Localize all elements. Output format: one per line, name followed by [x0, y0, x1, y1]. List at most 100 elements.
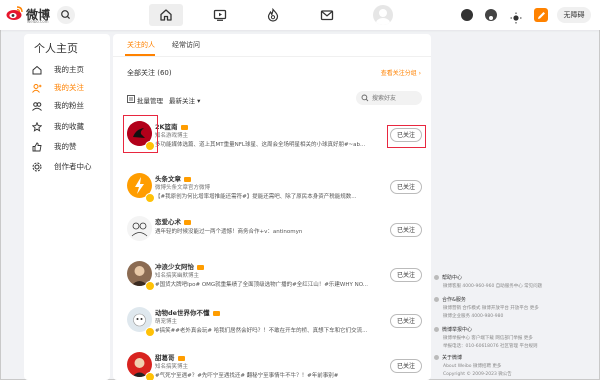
search-icon — [61, 10, 71, 20]
tab-following[interactable]: 关注的人 — [127, 40, 155, 50]
friend-search-input[interactable] — [372, 93, 418, 103]
theme-toggle-button[interactable] — [510, 9, 522, 24]
vip-crown-icon — [212, 310, 220, 316]
vip-crown-icon — [180, 124, 188, 130]
vip-crown-icon — [184, 219, 191, 225]
report-icon — [434, 327, 439, 332]
help-links[interactable]: 微博客服 4000-960-960 自助服务中心 常见问题 — [443, 283, 542, 289]
report-phone[interactable]: 举报电话：010-60618076 社区管理 平台规则 — [443, 343, 537, 349]
accessibility-button[interactable]: 无障碍 — [557, 7, 591, 23]
sidebar-item-my-home[interactable]: 我的主页 — [28, 61, 108, 79]
game-icon[interactable] — [461, 9, 473, 21]
user-name[interactable]: 头条文章 — [155, 173, 191, 183]
about-links[interactable]: About Weibo 微博招聘 更多 — [443, 363, 501, 369]
verified-badge — [145, 193, 155, 203]
sun-icon — [510, 12, 522, 24]
enterprise-service[interactable]: 微博企业服务 4000-980-980 — [443, 313, 503, 319]
user-desc: 遇年轻的时候没能过一两个遗憾！商务合作+v：antinomyn — [155, 229, 303, 235]
weibo-logo[interactable]: 微博 weibo.com — [6, 5, 52, 25]
report-center-heading: 微博举报中心 — [434, 326, 472, 333]
search-icon — [361, 94, 369, 102]
sidebar: 个人主页 我的主页 我的关注 我的粉丝 我的收藏 我的赞 创作者中心 — [24, 34, 110, 380]
following-button[interactable]: 已关注 — [390, 314, 422, 328]
gear-icon — [489, 16, 493, 20]
sidebar-item-label: 我的赞 — [54, 142, 77, 151]
user-desc: #搞笑##老外真会玩# 哈我们居然会好吗？！不敢在开车的桥、真想下车和它们交流.… — [155, 328, 368, 334]
star-icon — [32, 122, 42, 132]
fans-icon — [32, 102, 42, 111]
batch-manage-icon — [127, 95, 135, 103]
following-button[interactable]: 已关注 — [390, 223, 422, 237]
weibo-eye-icon — [6, 6, 23, 20]
batch-manage-button[interactable]: 批量管理 — [137, 95, 163, 105]
highlight-box — [387, 125, 426, 148]
following-button[interactable]: 已关注 — [390, 268, 422, 282]
all-follow-heading: 全部关注 (60) — [127, 68, 172, 78]
about-icon — [434, 355, 439, 360]
cooperation-icon — [434, 297, 439, 302]
sidebar-item-label: 我的收藏 — [54, 122, 84, 131]
view-groups-link[interactable]: 查看关注分组 › — [381, 68, 421, 77]
vip-crown-icon — [197, 264, 204, 270]
compose-button[interactable] — [534, 8, 548, 22]
mail-icon — [320, 10, 334, 21]
following-button[interactable]: 已关注 — [390, 359, 422, 373]
user-name[interactable]: 甜葛哥 — [155, 352, 185, 362]
friend-search-box[interactable] — [356, 91, 422, 105]
highlight-box — [123, 115, 158, 153]
verified-badge — [145, 281, 155, 291]
user-avatar-icon — [376, 9, 390, 25]
cooperation-links[interactable]: 微博营销 合作模式 微博开放平台 开放平台 更多 — [443, 305, 539, 311]
user-avatar[interactable] — [127, 216, 152, 241]
logo-subtext: weibo.com — [27, 19, 49, 24]
tab-frequent[interactable]: 经常访问 — [172, 40, 200, 50]
top-bar: 微博 weibo.com 无障碍 — [0, 0, 600, 30]
tab-active-indicator — [125, 54, 155, 56]
following-button[interactable]: 已关注 — [390, 180, 422, 194]
user-avatar[interactable] — [373, 5, 393, 25]
user-name[interactable]: 冲浪少女阿怡 — [155, 261, 204, 271]
nav-mail[interactable] — [310, 4, 344, 26]
user-name[interactable]: 2K篮南 — [155, 121, 188, 131]
nav-home[interactable] — [149, 4, 183, 26]
sidebar-item-my-likes[interactable]: 我的赞 — [28, 138, 108, 156]
sidebar-item-creator-center[interactable]: 创作者中心 — [28, 158, 108, 176]
sidebar-item-label: 我的主页 — [54, 65, 84, 74]
sidebar-item-my-collect[interactable]: 我的收藏 — [28, 118, 108, 136]
user-name[interactable]: 恋爱心术 — [155, 216, 191, 226]
user-label: 萌宠博主 — [155, 319, 178, 325]
sidebar-item-label: 我的关注 — [54, 83, 84, 92]
user-name[interactable]: 动物de世界你不懂 — [155, 307, 220, 317]
report-links[interactable]: 微博举报中心 客户端下载 网信部门举报 更多 — [443, 335, 533, 341]
all-follow-count: (60) — [157, 69, 172, 77]
nav-hot[interactable] — [256, 4, 290, 26]
all-follow-label: 全部关注 — [127, 69, 155, 77]
follow-row: 冲浪少女阿怡 知名搞笑幽默博主 #国货大牌吧lpo# OMG就重集绩了全面顶级选… — [113, 257, 431, 303]
follow-row: 甜葛哥 知名搞笑博主 #气死宁至遇#？#先吓宁至遇找还# 翻秘宁至事情牛不牛？！… — [113, 348, 431, 380]
user-desc: #国货大牌吧lpo# OMG就重集绩了全面顶级选物广播的#全红江山！#乐建WHY… — [155, 282, 369, 288]
creator-icon — [32, 162, 42, 172]
nav-video[interactable] — [203, 4, 237, 26]
follow-row: 2K篮南 知名游戏博主 多功能媒体选篇、道上其MT重量NFL球星、这周会全场明星… — [113, 117, 431, 163]
help-icon — [434, 275, 439, 280]
follow-row: 恋爱心术 遇年轻的时候没能过一两个遗憾！商务合作+v：antinomyn 已关注 — [113, 212, 431, 258]
vip-crown-icon — [177, 355, 185, 361]
sidebar-item-my-follow[interactable]: 我的关注 — [28, 79, 108, 97]
avatar-sketch — [131, 222, 148, 237]
sort-dropdown[interactable]: 最新关注 ▾ — [169, 95, 200, 105]
user-desc: 多功能媒体选篇、道上其MT重量NFL球星、这周会全场明星相关的小球真好朋#~ab… — [155, 142, 366, 148]
follow-row: 动物de世界你不懂 萌宠博主 #搞笑##老外真会玩# 哈我们居然会好吗？！不敢在… — [113, 303, 431, 349]
settings-icon[interactable] — [485, 9, 497, 21]
like-icon — [32, 142, 42, 152]
compose-icon — [538, 12, 545, 19]
help-center-heading: 帮助中心 — [434, 274, 462, 281]
cooperation-heading: 合作&服务 — [434, 296, 466, 303]
about-heading: 关于微博 — [434, 354, 462, 361]
sidebar-item-my-fans[interactable]: 我的粉丝 — [28, 97, 108, 115]
verified-badge — [145, 327, 155, 337]
vip-crown-icon — [184, 176, 191, 182]
search-button[interactable] — [57, 6, 75, 24]
footer-links: 帮助中心 微博客服 4000-960-960 自助服务中心 常见问题 合作&服务… — [434, 274, 584, 380]
video-icon — [213, 9, 227, 21]
copyright-text: Copyright © 2009-2023 微公告 — [443, 372, 512, 377]
